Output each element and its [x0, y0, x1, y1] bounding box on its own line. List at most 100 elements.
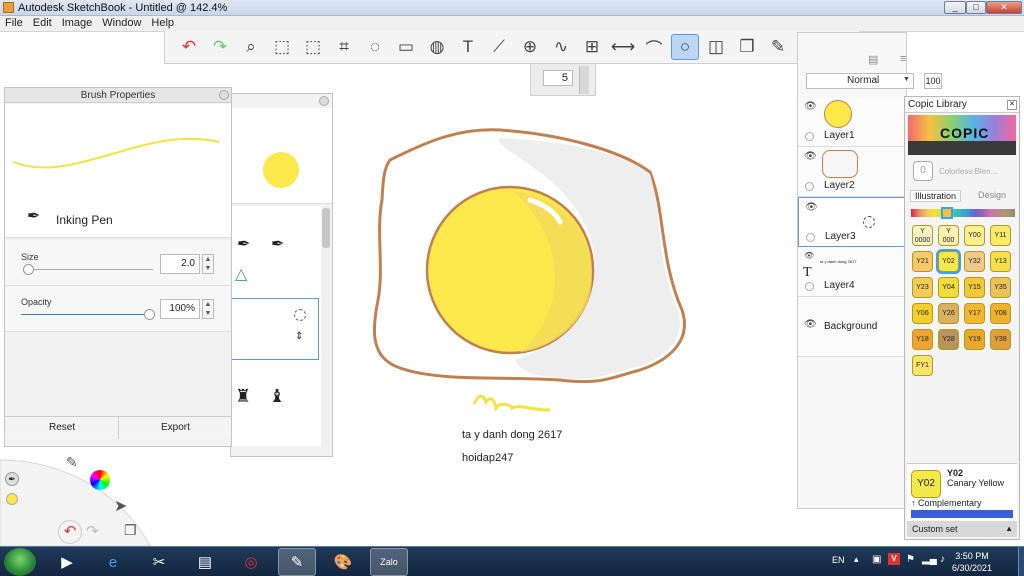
brush-marker-icon[interactable]: ✒ [271, 234, 284, 254]
shape-tool-icon[interactable]: ◫ [702, 34, 730, 60]
brush-triangle-icon[interactable]: △ [235, 264, 247, 284]
copic-swatch[interactable]: Y38 [990, 329, 1011, 350]
layers-puck-icon[interactable]: ❐ [124, 522, 137, 539]
ellipse-tool-icon[interactable]: ○ [671, 34, 699, 60]
opacity-spinner[interactable]: ▲ ▼ [202, 299, 214, 319]
copic-swatch[interactable]: Y17 [964, 303, 985, 324]
ie-icon[interactable]: e [94, 548, 132, 576]
background-visibility-icon[interactable]: 👁 [804, 319, 817, 330]
custom-set-bar[interactable]: Custom set ▲ [907, 521, 1017, 537]
color-puck-icon[interactable] [6, 493, 18, 505]
windows-explorer-icon[interactable]: ▶ [48, 548, 86, 576]
copic-close-icon[interactable]: ✕ [1007, 100, 1017, 110]
brush-ink-bottle-icon[interactable]: ♜ [235, 386, 251, 407]
layer-add-icon[interactable]: ▤ [868, 53, 878, 66]
symmetry-icon[interactable]: ⟷ [609, 34, 637, 60]
copic-swatch[interactable]: Y11 [990, 225, 1011, 246]
size-spinner[interactable]: ▲ ▼ [202, 254, 214, 274]
bucket-icon[interactable]: ◍ [423, 34, 451, 60]
stroke-size-field[interactable]: 5 [543, 70, 573, 86]
brush-library-close-icon[interactable] [319, 96, 329, 106]
blend-mode-select[interactable]: Normal [806, 73, 914, 89]
crop-icon[interactable]: ⌗ [330, 34, 358, 60]
colorless-blender-swatch[interactable]: 0 [913, 161, 933, 181]
lasso-icon[interactable]: ◌ [361, 34, 389, 60]
blend-chevron-down-icon[interactable]: ▼ [903, 76, 910, 83]
layer-row-1[interactable]: 👁 Layer1 [798, 97, 906, 147]
text-icon[interactable]: T [454, 34, 482, 60]
copic-swatch[interactable]: Y13 [990, 251, 1011, 272]
copic-swatch[interactable]: Y15 [964, 277, 985, 298]
language-indicator[interactable]: EN [832, 555, 845, 565]
copic-swatch[interactable]: Y06 [912, 303, 933, 324]
transform-icon[interactable]: ▭ [392, 34, 420, 60]
copic-swatch[interactable]: Y 000 [938, 225, 959, 246]
chrome-icon[interactable]: ◎ [232, 548, 270, 576]
layer-row-background[interactable]: 👁 Background [798, 297, 906, 357]
sketchbook-icon[interactable]: ✎ [278, 548, 316, 576]
size-value-field[interactable]: 2.0 [160, 254, 200, 274]
snip-tool-icon[interactable]: ✂ [140, 548, 178, 576]
undo-icon[interactable]: ↶ [175, 34, 203, 60]
copic-swatch[interactable]: Y08 [990, 303, 1011, 324]
select-dashed-icon[interactable]: ⬚ [299, 34, 327, 60]
opacity-slider-knob[interactable] [144, 309, 155, 320]
opacity-slider-track[interactable] [21, 314, 149, 315]
copic-swatch[interactable]: Y 0000 [912, 225, 933, 246]
copic-swatch[interactable]: Y28 [938, 329, 959, 350]
copic-swatch[interactable]: Y00 [964, 225, 985, 246]
brush-library-scroll-thumb[interactable] [322, 208, 330, 248]
tray-signal-icon[interactable]: ▂▄ [922, 554, 937, 565]
zalo-icon[interactable]: Zalo [370, 548, 408, 576]
copic-swatch[interactable]: Y26 [938, 303, 959, 324]
complementary-color-bar[interactable] [911, 510, 1013, 518]
tray-clock[interactable]: 3:50 PM 6/30/2021 [952, 550, 992, 574]
copic-swatch[interactable]: FY1 [912, 355, 933, 376]
brush-chisel-icon[interactable]: ♝ [269, 386, 285, 407]
tray-flag-icon[interactable]: ⚑ [906, 554, 915, 565]
copic-swatch[interactable]: Y19 [964, 329, 985, 350]
reset-button[interactable]: Reset [49, 422, 75, 433]
paint-icon[interactable]: 🎨 [324, 548, 362, 576]
copic-swatch[interactable]: Y32 [964, 251, 985, 272]
layer3-visibility-icon[interactable]: 👁 [805, 202, 818, 213]
redo-puck-icon[interactable]: ↷ [86, 522, 99, 540]
opacity-value-field[interactable]: 100% [160, 299, 200, 319]
copic-swatch[interactable]: Y35 [990, 277, 1011, 298]
ruler-icon[interactable]: ⟋ [485, 34, 513, 60]
brush-library-icon[interactable]: ✎ [764, 34, 792, 60]
layer3-lock-icon[interactable] [806, 233, 815, 242]
pen-puck-icon[interactable]: ✎ [66, 454, 78, 471]
tab-design[interactable]: Design [978, 190, 1006, 200]
select-arrow-icon[interactable]: ➤ [114, 496, 127, 516]
stroke-size-scroll[interactable] [579, 66, 589, 94]
start-button[interactable] [4, 548, 36, 576]
brush-properties-close-icon[interactable] [219, 90, 229, 100]
size-slider-knob[interactable] [22, 264, 34, 275]
copic-family-strip[interactable] [911, 209, 1015, 217]
layer1-visibility-icon[interactable]: 👁 [804, 101, 817, 112]
folder-icon[interactable]: ▤ [186, 548, 224, 576]
zoom-icon[interactable]: ⌕ [237, 34, 265, 60]
brush-puck-icon[interactable]: ✒ [5, 472, 19, 486]
size-slider-track[interactable] [25, 269, 153, 270]
redo-icon[interactable]: ↷ [206, 34, 234, 60]
layer2-visibility-icon[interactable]: 👁 [804, 151, 817, 162]
family-selector-marker[interactable] [941, 207, 953, 219]
tab-illustration[interactable]: Illustration [910, 190, 962, 202]
copic-swatch[interactable]: Y23 [912, 277, 933, 298]
copic-swatch[interactable]: Y02 [938, 251, 959, 272]
export-button[interactable]: Export [161, 422, 190, 433]
custom-set-chevron-icon[interactable]: ▲ [1005, 521, 1013, 537]
copic-swatch[interactable]: Y21 [912, 251, 933, 272]
layer1-lock-icon[interactable] [805, 132, 814, 141]
ellipse-guide-icon[interactable]: ⊕ [516, 34, 544, 60]
brush-pen-icon[interactable]: ✒ [237, 234, 250, 254]
layer-menu-icon[interactable]: ≡ [900, 53, 906, 65]
show-desktop-button[interactable] [1018, 547, 1024, 576]
tray-network-icon[interactable]: ▣ [872, 554, 881, 565]
select-rect-icon[interactable]: ⬚ [268, 34, 296, 60]
layer-opacity-field[interactable]: 100 [924, 73, 942, 89]
tray-volume-icon[interactable]: ♪ [940, 554, 945, 565]
stroke-icon[interactable]: ⌒ [640, 34, 668, 60]
